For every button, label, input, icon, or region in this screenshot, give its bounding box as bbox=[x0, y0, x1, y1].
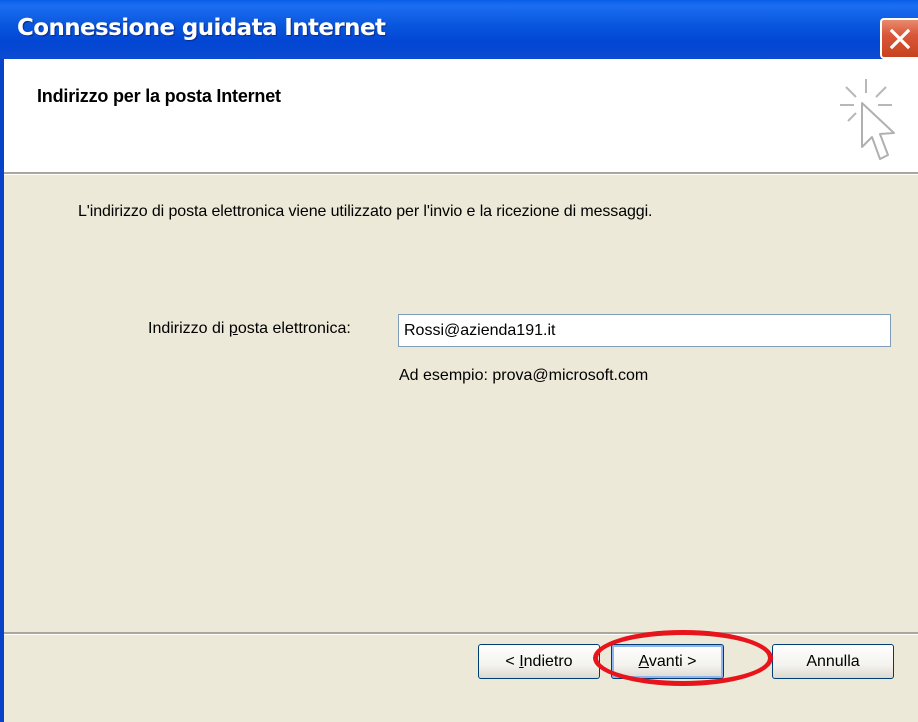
wizard-cursor-icon bbox=[840, 79, 895, 160]
next-button[interactable]: Avanti > bbox=[611, 644, 724, 679]
close-button[interactable] bbox=[880, 18, 918, 59]
email-label: Indirizzo di posta elettronica: bbox=[148, 320, 351, 337]
description-text: L'indirizzo di posta elettronica viene u… bbox=[78, 203, 653, 220]
email-input[interactable] bbox=[398, 314, 891, 347]
page-title: Indirizzo per la posta Internet bbox=[37, 86, 281, 106]
window-title: Connessione guidata Internet bbox=[17, 15, 386, 41]
title-bar[interactable]: Connessione guidata Internet bbox=[0, 0, 918, 59]
close-icon bbox=[889, 28, 911, 50]
cancel-button[interactable]: Annulla bbox=[772, 644, 894, 679]
wizard-header: Indirizzo per la posta Internet bbox=[4, 59, 918, 172]
back-button[interactable]: < Indietro bbox=[478, 644, 600, 679]
header-divider bbox=[4, 172, 918, 175]
example-hint: Ad esempio: prova@microsoft.com bbox=[399, 367, 649, 384]
wizard-window: Connessione guidata Internet Indirizzo p… bbox=[0, 0, 918, 722]
footer-divider bbox=[4, 632, 918, 635]
